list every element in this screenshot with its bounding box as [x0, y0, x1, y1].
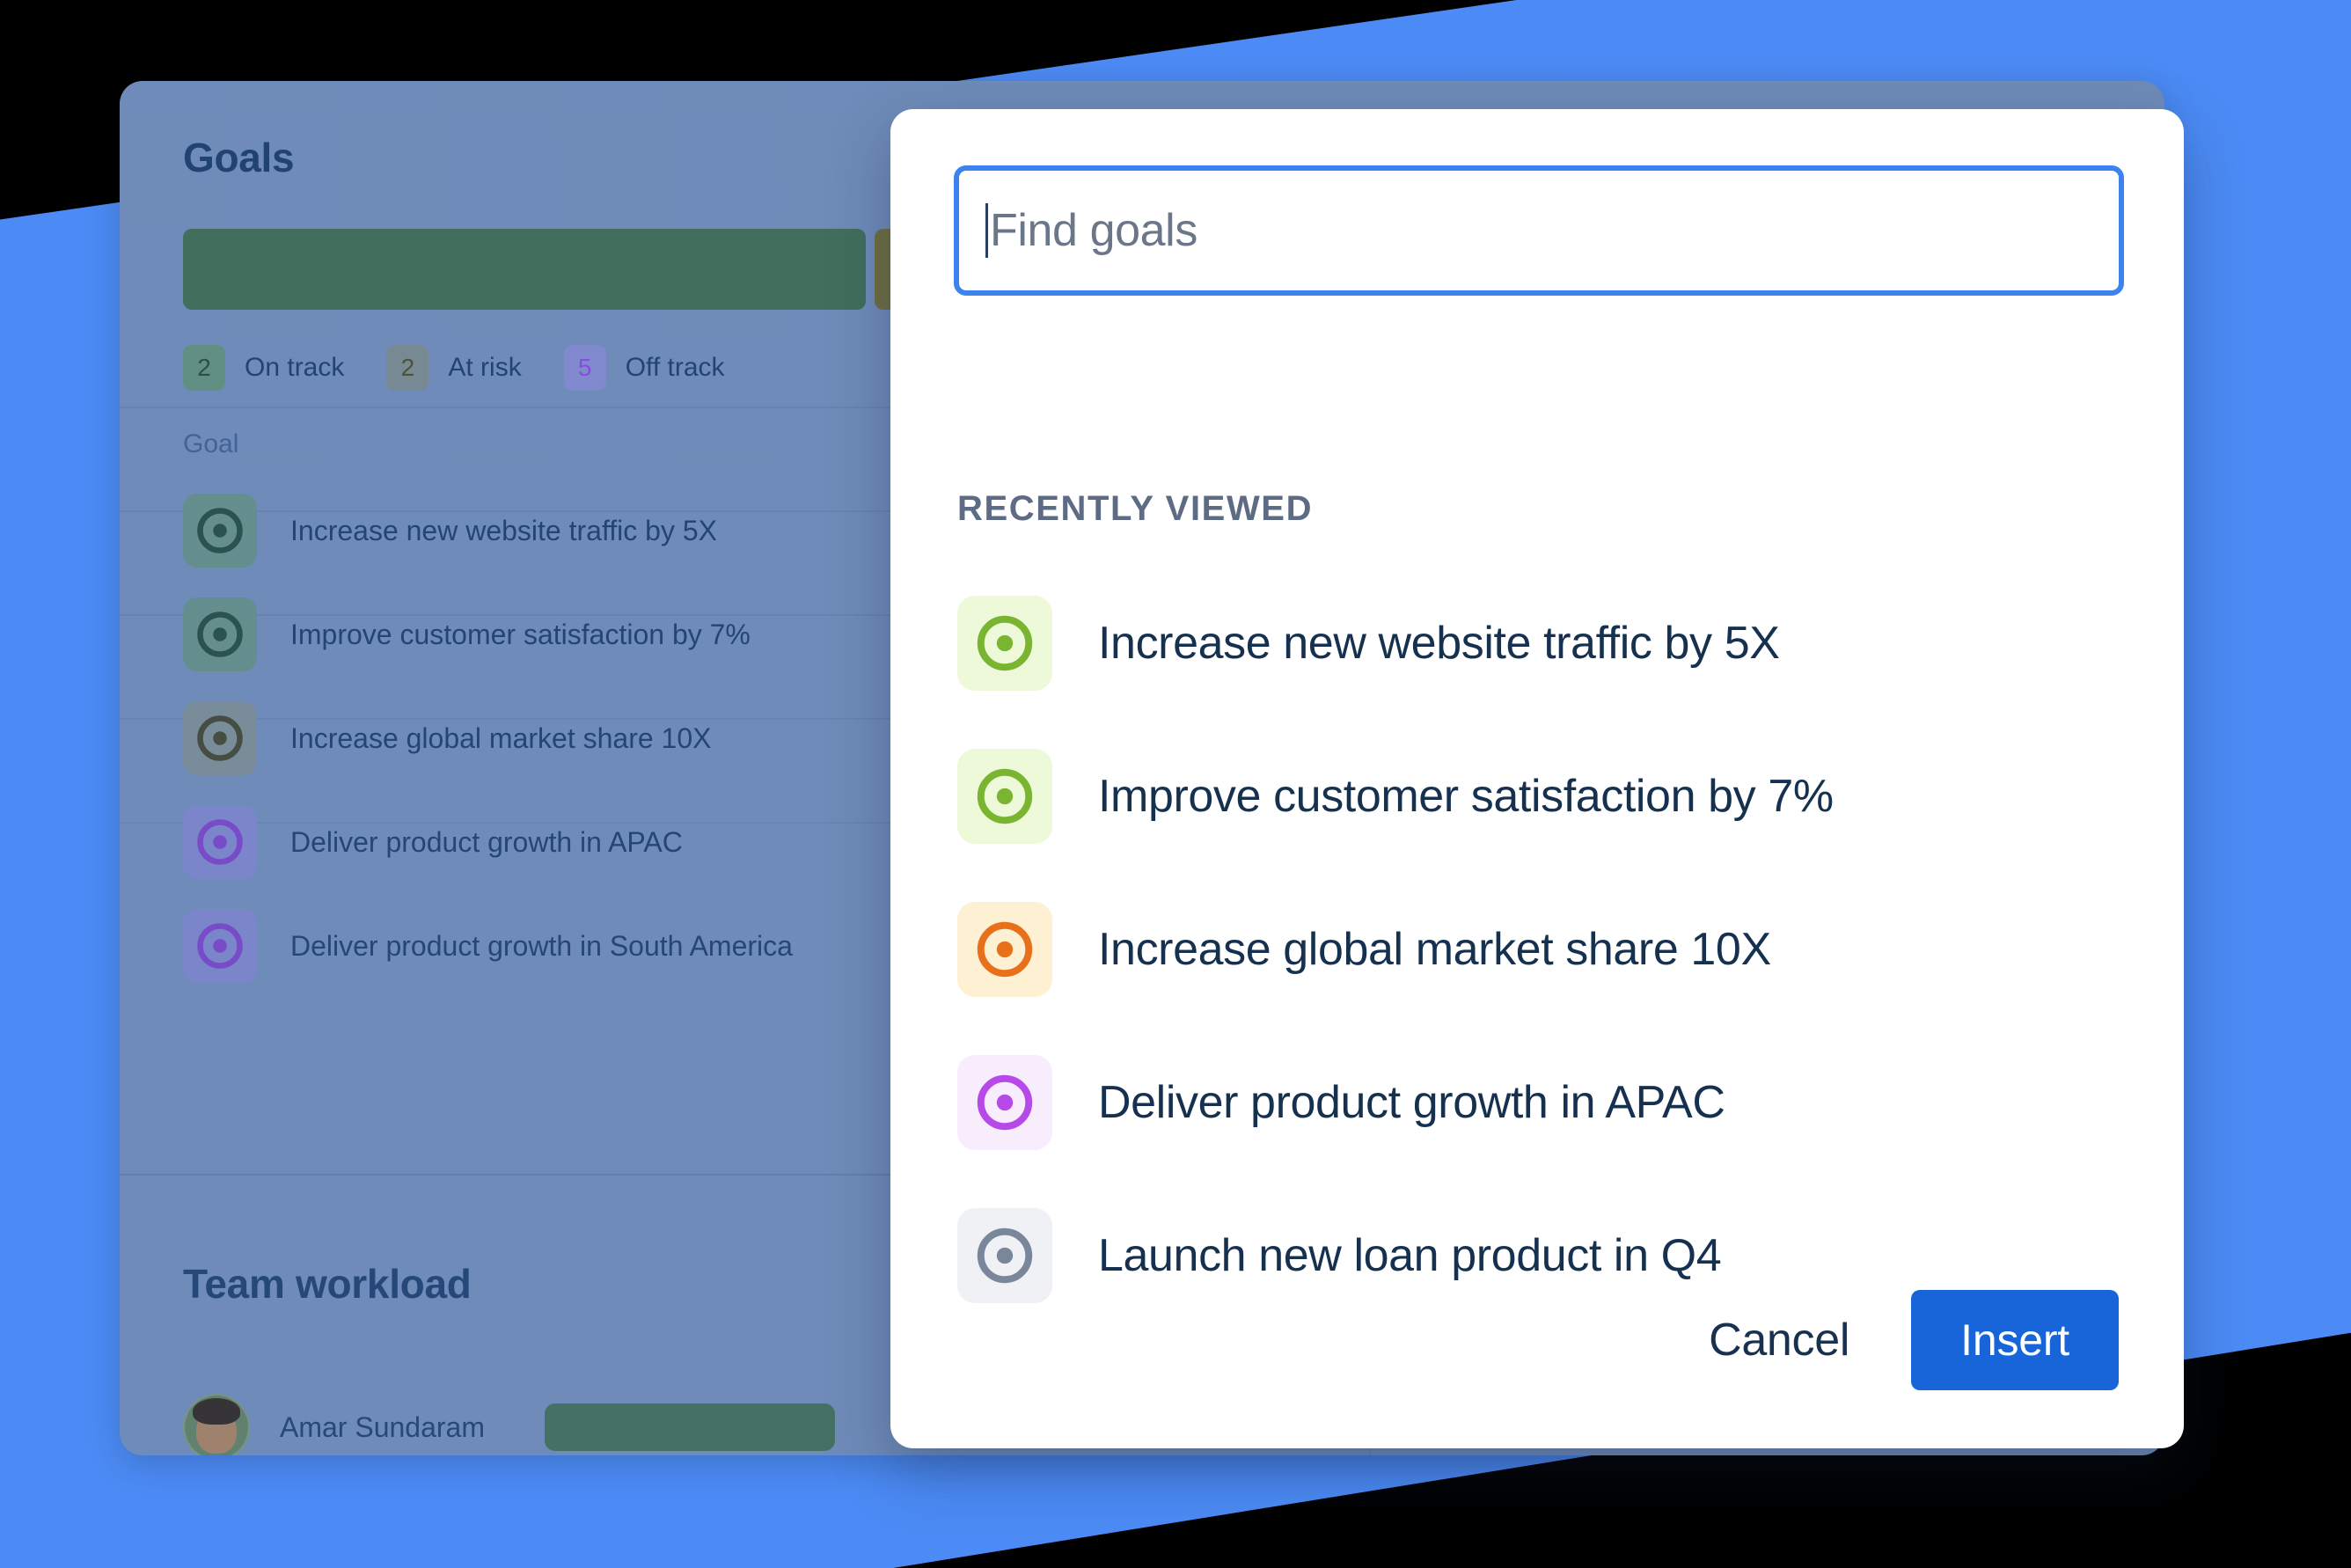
goal-list-item: Increase new website traffic by 5X [183, 479, 793, 583]
goal-list-item-label: Increase new website traffic by 5X [290, 514, 717, 546]
search-input[interactable]: Find goals [954, 165, 2124, 296]
goal-list-item-label: Deliver product growth in South America [290, 929, 793, 962]
list-item-label: Improve customer satisfaction by 7% [1098, 771, 1834, 822]
list-item-label: Deliver product growth in APAC [1098, 1077, 1725, 1128]
list-item[interactable]: Deliver product growth in APAC [957, 1026, 2131, 1179]
legend-label: Off track [625, 353, 725, 382]
target-icon [183, 701, 257, 775]
search-placeholder: Find goals [990, 205, 1197, 256]
workload-member-name: Amar Sundaram [280, 1410, 485, 1443]
target-icon [183, 909, 257, 983]
screenshot-stage: Goals 2 On track 2 At risk 5 Off track G… [0, 0, 2351, 1568]
goal-list-item: Improve customer satisfaction by 7% [183, 583, 793, 686]
target-icon [957, 1055, 1052, 1150]
text-caret [985, 203, 988, 258]
legend-item-at-risk: 2 At risk [386, 345, 522, 391]
list-item-label: Increase new website traffic by 5X [1098, 618, 1780, 669]
search-field-wrapper: Find goals [954, 165, 2124, 296]
target-icon [957, 749, 1052, 844]
status-badge: 5 [563, 345, 606, 391]
target-icon [957, 1208, 1052, 1303]
goal-list-item: Deliver product growth in APAC [183, 790, 793, 894]
list-item[interactable]: Improve customer satisfaction by 7% [957, 720, 2131, 873]
legend-item-on-track: 2 On track [183, 345, 344, 391]
target-icon [183, 494, 257, 568]
cancel-button[interactable]: Cancel [1684, 1294, 1874, 1386]
target-icon [957, 596, 1052, 691]
dialog-footer: Cancel Insert [1684, 1290, 2119, 1390]
status-legend: 2 On track 2 At risk 5 Off track [183, 345, 767, 391]
on-track-segment [183, 229, 866, 310]
page-title: Goals [183, 135, 295, 180]
section-title-team-workload: Team workload [183, 1261, 472, 1307]
goal-list-item-label: Improve customer satisfaction by 7% [290, 618, 751, 650]
goal-list: Increase new website traffic by 5X Impro… [183, 479, 793, 998]
status-badge: 2 [183, 345, 225, 391]
target-icon [183, 597, 257, 671]
goal-list-item-label: Deliver product growth in APAC [290, 825, 683, 858]
legend-item-off-track: 5 Off track [563, 345, 725, 391]
find-goals-dialog: Find goals RECENTLY VIEWED Increase new … [890, 109, 2184, 1448]
legend-label: On track [245, 353, 345, 382]
workload-row: Amar Sundaram [183, 1394, 835, 1455]
target-icon [183, 805, 257, 879]
legend-label: At risk [448, 353, 522, 382]
recently-viewed-heading: RECENTLY VIEWED [957, 489, 1314, 528]
target-icon [957, 902, 1052, 997]
list-item[interactable]: Increase new website traffic by 5X [957, 567, 2131, 720]
recently-viewed-list: Increase new website traffic by 5X Impro… [957, 567, 2131, 1332]
goal-list-item-label: Increase global market share 10X [290, 722, 712, 754]
list-item-label: Increase global market share 10X [1098, 924, 1771, 975]
list-item[interactable]: Increase global market share 10X [957, 873, 2131, 1026]
insert-button[interactable]: Insert [1911, 1290, 2119, 1390]
status-badge: 2 [386, 345, 429, 391]
avatar [183, 1394, 250, 1455]
goal-list-item: Increase global market share 10X [183, 686, 793, 790]
goal-list-item: Deliver product growth in South America [183, 894, 793, 998]
column-header-goal: Goal [183, 429, 239, 458]
workload-bar [544, 1403, 835, 1451]
list-item-label: Launch new loan product in Q4 [1098, 1230, 1722, 1281]
